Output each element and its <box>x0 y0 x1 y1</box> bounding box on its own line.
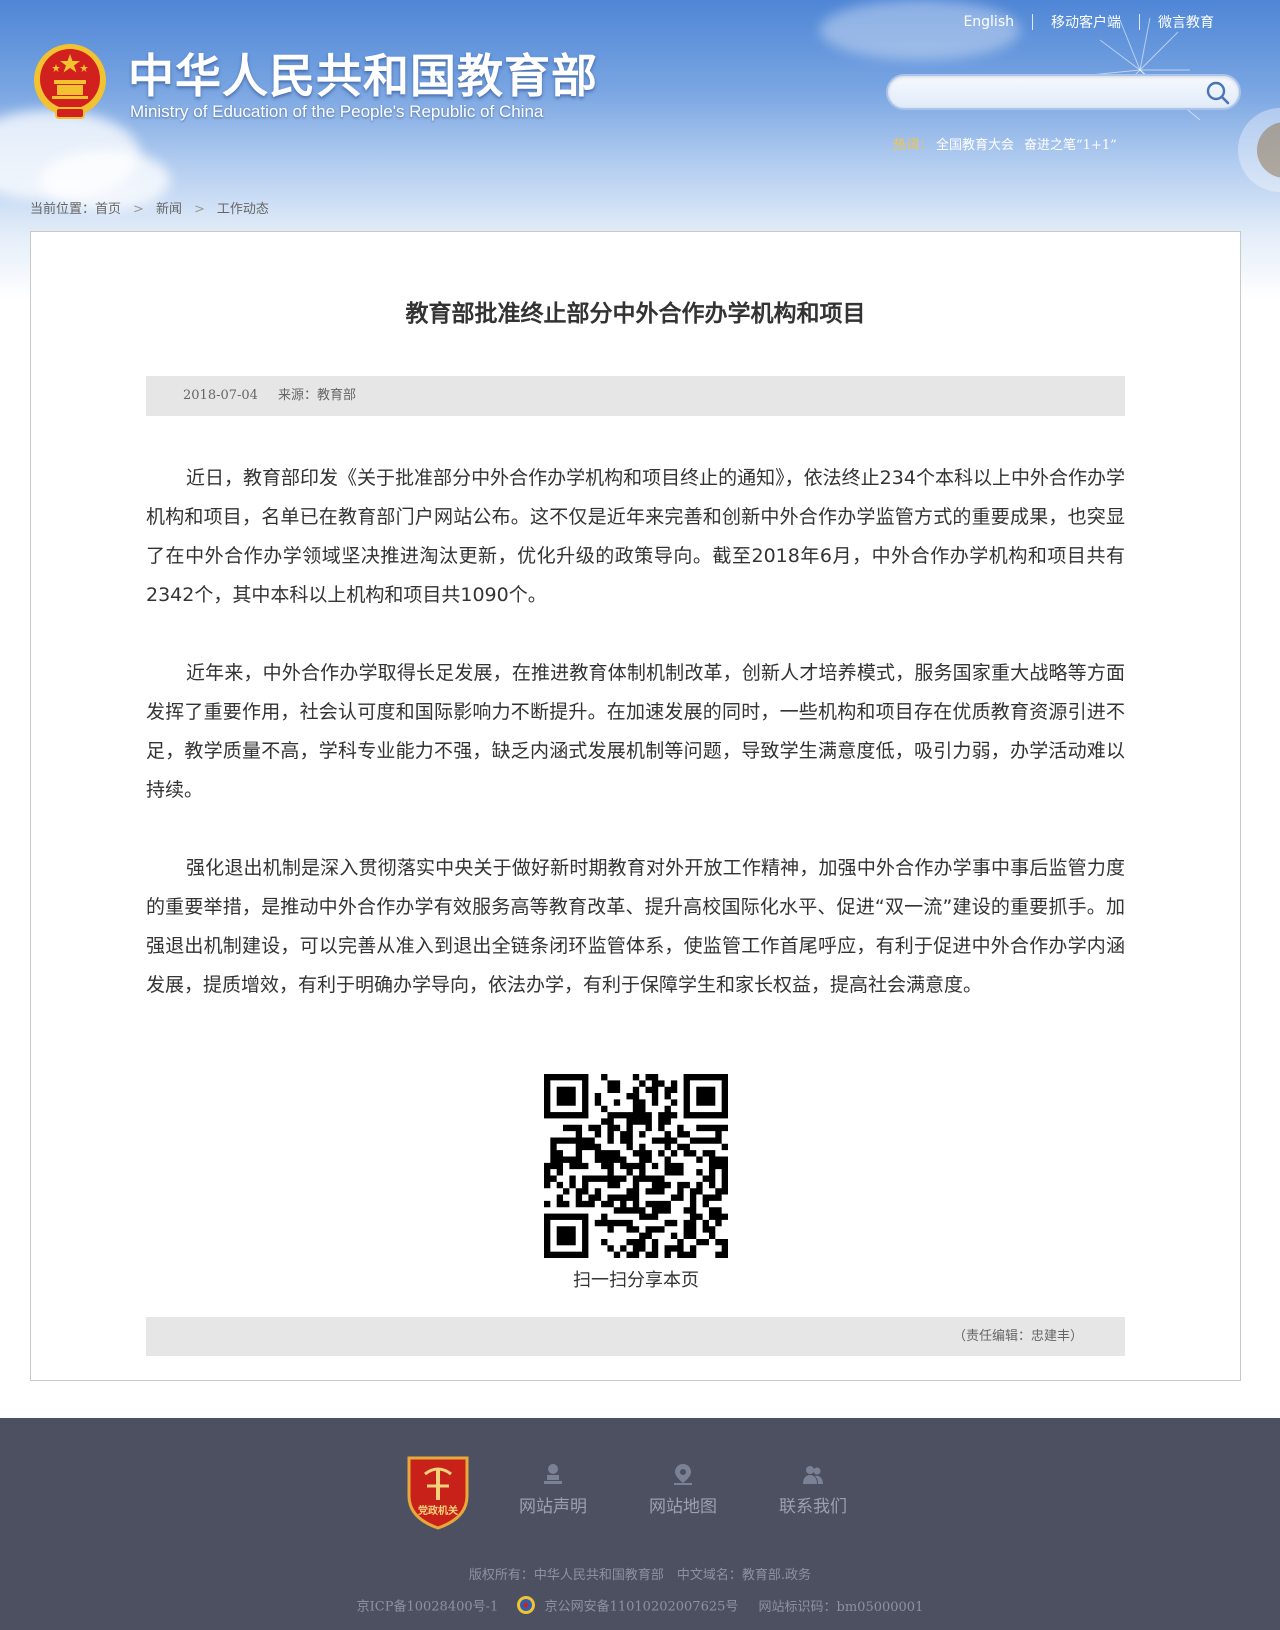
article-meta: 2018-07-04 来源：教育部 <box>146 376 1125 416</box>
site-title-cn[interactable]: 中华人民共和国教育部 <box>128 40 598 106</box>
editor-bar: （责任编辑：忠建丰） <box>146 1317 1125 1356</box>
police-badge-icon <box>517 1596 536 1614</box>
top-links: English 移动客户端 微言教育 <box>963 12 1214 32</box>
sitemap-label: 网站地图 <box>649 1497 717 1517</box>
qr-code <box>544 1074 728 1258</box>
breadcrumb-news[interactable]: 新闻 <box>156 202 182 217</box>
mobile-client-link[interactable]: 移动客户端 <box>1051 12 1121 32</box>
weiyan-education-link[interactable]: 微言教育 <box>1158 12 1214 32</box>
qr-finder-pattern <box>544 1074 589 1119</box>
people-icon <box>803 1466 823 1484</box>
qr-finder-pattern <box>683 1074 728 1119</box>
map-pin-icon <box>674 1464 692 1485</box>
article-paragraph: 近日，教育部印发《关于批准部分中外合作办学机构和项目终止的通知》，依法终止234… <box>146 467 1125 606</box>
hot-word-link[interactable]: 奋进之笔“1+1” <box>1024 138 1117 153</box>
chevron-right-icon: > <box>193 202 205 217</box>
hot-words-label: 热词： <box>893 138 933 153</box>
icp-license-link[interactable]: 京ICP备10028400号-1 <box>357 1600 499 1615</box>
responsible-editor: （责任编辑：忠建丰） <box>952 1329 1083 1344</box>
licenses: 京ICP备10028400号-1 京公网安备11010202007625号 网站… <box>0 1595 1280 1615</box>
breadcrumb-home[interactable]: 首页 <box>95 202 121 217</box>
site-statement-label: 网站声明 <box>519 1497 587 1517</box>
copyright: 版权所有：中华人民共和国教育部 中文域名：教育部.政务 <box>468 1568 812 1583</box>
divider <box>1032 14 1033 30</box>
hot-words: 热词： 全国教育大会 奋进之笔“1+1” <box>893 134 1117 153</box>
article-source: 来源：教育部 <box>277 388 356 403</box>
sitemap-link[interactable]: 网站地图 <box>638 1462 728 1517</box>
article-card: 教育部批准终止部分中外合作办学机构和项目 2018-07-04 来源：教育部 近日… <box>30 231 1241 1381</box>
site-footer: 党政机关 网站声明 网站地图 联系我们 版权所有：中华人民共和国教育部 中文域名… <box>0 1418 1280 1630</box>
user-stamp-icon <box>544 1464 562 1484</box>
article-date: 2018-07-04 <box>183 388 258 403</box>
search-box <box>886 74 1241 110</box>
party-government-badge-icon[interactable]: 党政机关 <box>405 1452 471 1530</box>
contact-us-link[interactable]: 联系我们 <box>768 1462 858 1517</box>
dandelion-decoration <box>1089 17 1280 192</box>
site-id: 网站标识码：bm05000001 <box>758 1599 924 1615</box>
breadcrumb-prefix: 当前位置： <box>30 202 96 217</box>
search-icon[interactable] <box>1205 80 1231 106</box>
divider <box>1139 14 1140 30</box>
article-body: 近日，教育部印发《关于批准部分中外合作办学机构和项目终止的通知》，依法终止234… <box>146 459 1125 1044</box>
article-paragraph: 强化退出机制是深入贯彻落实中央关于做好新时期教育对外开放工作精神，加强中外合作办… <box>146 857 1125 996</box>
chevron-right-icon: > <box>133 202 144 217</box>
hot-word-link[interactable]: 全国教育大会 <box>936 138 1014 153</box>
national-emblem-icon[interactable] <box>32 42 108 122</box>
qr-share: 扫一扫分享本页 <box>544 1074 728 1292</box>
site-title-en: Ministry of Education of the People's Re… <box>130 102 544 121</box>
english-link[interactable]: English <box>963 14 1014 30</box>
police-record-link[interactable]: 京公网安备11010202007625号 <box>545 1600 739 1615</box>
article-paragraph: 近年来，中外合作办学取得长足发展，在推进教育体制机制改革，创新人才培养模式，服务… <box>146 662 1125 801</box>
contact-us-label: 联系我们 <box>779 1497 847 1517</box>
site-statement-link[interactable]: 网站声明 <box>508 1462 598 1517</box>
qr-finder-pattern <box>544 1213 589 1258</box>
qr-caption: 扫一扫分享本页 <box>573 1270 699 1291</box>
article-title: 教育部批准终止部分中外合作办学机构和项目 <box>405 301 866 327</box>
search-input[interactable] <box>902 80 1192 104</box>
party-badge-text: 党政机关 <box>418 1504 458 1517</box>
breadcrumb: 当前位置：首页 > 新闻 > 工作动态 <box>30 198 269 217</box>
breadcrumb-work-updates[interactable]: 工作动态 <box>217 202 269 217</box>
